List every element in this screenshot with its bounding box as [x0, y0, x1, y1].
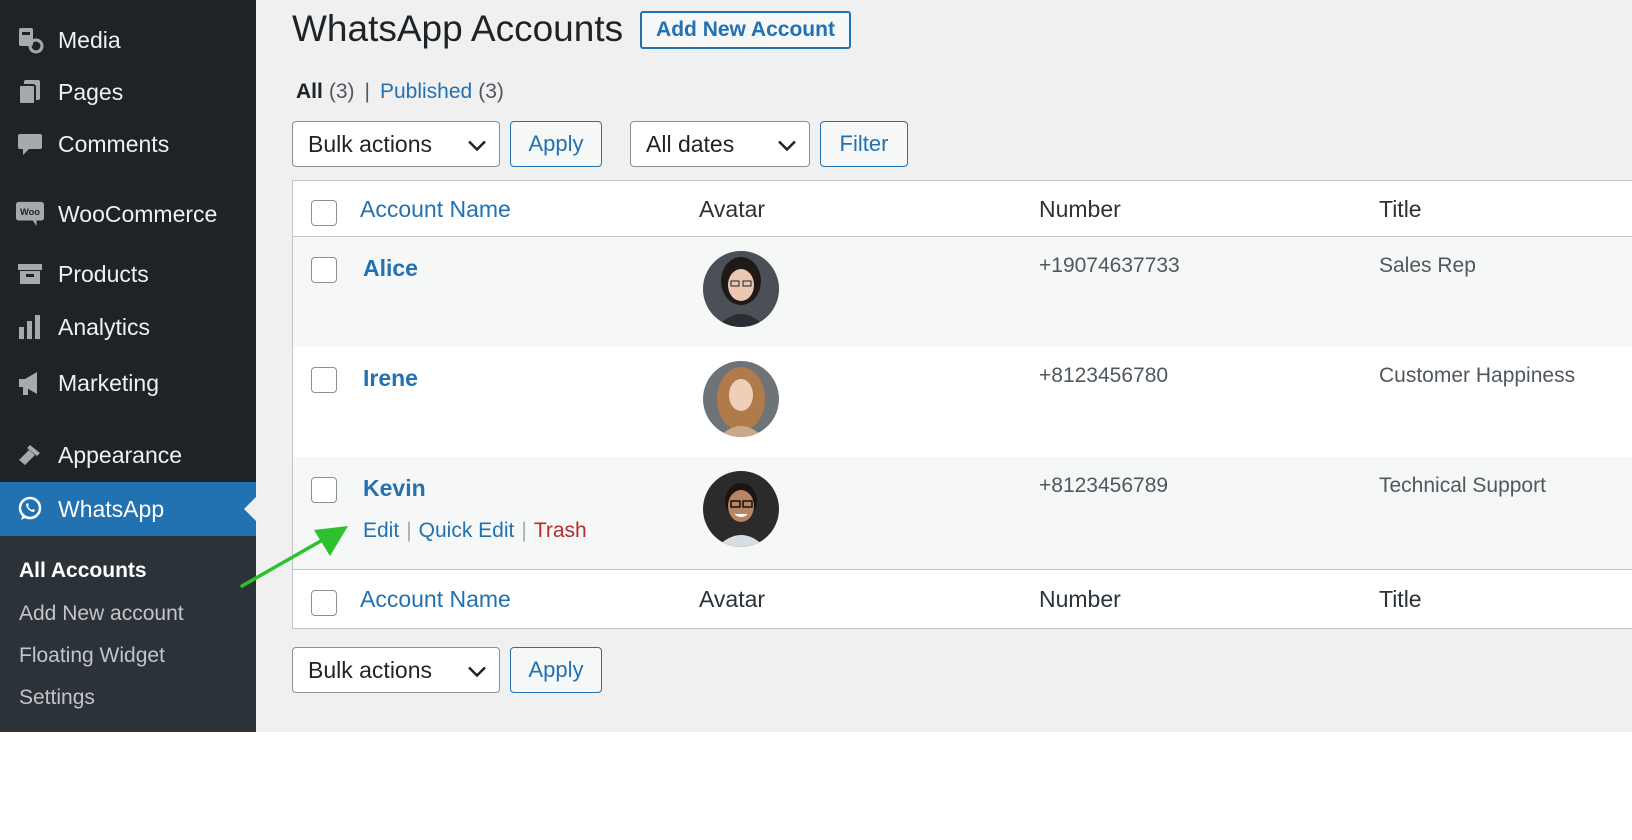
whatsapp-submenu: All Accounts Add New account Floating Wi… [0, 536, 256, 732]
select-all-checkbox[interactable] [311, 200, 337, 226]
sidebar-item-appearance[interactable]: Appearance [0, 428, 256, 482]
chevron-down-icon [467, 657, 487, 684]
paintbrush-icon [16, 441, 44, 469]
sidebar-item-marketing[interactable]: Marketing [0, 356, 256, 410]
sidebar-item-woocommerce[interactable]: Woo WooCommerce [0, 187, 256, 241]
account-title: Sales Rep [1379, 254, 1476, 277]
date-filter-value: All dates [646, 130, 735, 157]
submenu-item-add-new-account[interactable]: Add New account [19, 602, 184, 626]
sidebar-item-label: WhatsApp [58, 495, 165, 522]
view-all-count: (3) [328, 80, 355, 103]
bulk-actions-value: Bulk actions [308, 656, 433, 683]
edit-link[interactable]: Edit [363, 519, 399, 543]
sidebar-item-pages[interactable]: Pages [0, 65, 256, 119]
account-title: Technical Support [1379, 474, 1546, 497]
products-icon [16, 260, 44, 288]
bulk-actions-select-top[interactable]: Bulk actions [292, 121, 500, 167]
analytics-icon [16, 313, 44, 341]
account-name-link[interactable]: Alice [363, 255, 418, 282]
account-number: +19074637733 [1039, 254, 1180, 277]
annotation-arrow-icon [240, 526, 348, 588]
column-header-title: Title [1379, 196, 1422, 222]
comments-icon [16, 130, 44, 158]
sidebar-item-products[interactable]: Products [0, 247, 256, 301]
column-footer-title: Title [1379, 586, 1422, 612]
accounts-table: Account Name Avatar Number Title Alice +… [292, 180, 1632, 629]
sidebar-item-analytics[interactable]: Analytics [0, 300, 256, 354]
account-number: +8123456789 [1039, 474, 1169, 497]
pages-icon [16, 78, 44, 106]
page-title: WhatsApp Accounts [292, 8, 624, 49]
column-footer-account-name[interactable]: Account Name [360, 586, 511, 613]
row-actions: Edit | Quick Edit | Trash [363, 519, 587, 543]
view-published[interactable]: Published [380, 80, 472, 104]
column-header-account-name[interactable]: Account Name [360, 196, 511, 223]
submenu-item-floating-widget[interactable]: Floating Widget [19, 644, 165, 668]
column-footer-avatar: Avatar [699, 586, 766, 612]
submenu-item-all-accounts[interactable]: All Accounts [19, 559, 147, 583]
account-title: Customer Happiness [1379, 364, 1576, 387]
row-checkbox[interactable] [311, 257, 337, 283]
avatar [703, 251, 779, 327]
sidebar-item-label: Pages [58, 78, 124, 105]
bulk-actions-select-bottom[interactable]: Bulk actions [292, 647, 500, 693]
view-separator: | [364, 80, 370, 103]
account-name-link[interactable]: Kevin [363, 475, 426, 502]
avatar [703, 471, 779, 547]
row-action-separator: | [406, 519, 412, 542]
media-icon [16, 26, 44, 54]
sidebar-item-label: Comments [58, 130, 170, 157]
sidebar-item-whatsapp[interactable]: WhatsApp [0, 482, 256, 536]
row-checkbox[interactable] [311, 477, 337, 503]
column-footer-number: Number [1039, 586, 1121, 612]
apply-button-top[interactable]: Apply [510, 121, 602, 167]
sidebar-item-label: WooCommerce [58, 200, 218, 227]
quick-edit-link[interactable]: Quick Edit [419, 519, 515, 543]
select-all-checkbox-footer[interactable] [311, 590, 337, 616]
avatar [703, 361, 779, 437]
sidebar-item-label: Appearance [58, 441, 183, 468]
sidebar-item-media[interactable]: Media [0, 13, 256, 67]
view-filters: All (3) | Published (3) [296, 80, 504, 104]
account-number: +8123456780 [1039, 364, 1169, 387]
woocommerce-icon: Woo [16, 200, 44, 228]
svg-text:Woo: Woo [20, 207, 40, 217]
trash-link[interactable]: Trash [534, 519, 587, 543]
chevron-down-icon [777, 131, 797, 158]
bulk-actions-value: Bulk actions [308, 130, 433, 157]
table-row: Irene +8123456780 Customer Happiness [293, 347, 1632, 457]
column-header-number: Number [1039, 196, 1121, 222]
chevron-down-icon [467, 131, 487, 158]
table-row: Kevin Edit | Quick Edit | Trash +8123456… [293, 457, 1632, 569]
sidebar-item-label: Products [58, 260, 149, 287]
view-published-count: (3) [478, 80, 504, 103]
sidebar-item-label: Analytics [58, 313, 151, 340]
megaphone-icon [16, 369, 44, 397]
sidebar-item-comments[interactable]: Comments [0, 117, 256, 171]
row-checkbox[interactable] [311, 367, 337, 393]
apply-button-bottom[interactable]: Apply [510, 647, 602, 693]
filter-button[interactable]: Filter [820, 121, 908, 167]
table-footer: Account Name Avatar Number Title [293, 569, 1632, 627]
account-name-link[interactable]: Irene [363, 365, 418, 392]
submenu-item-settings[interactable]: Settings [19, 686, 95, 710]
admin-sidebar: Media Pages Comments Woo WooCommerce Pro… [0, 0, 256, 732]
view-all[interactable]: All [296, 80, 323, 104]
add-new-account-button[interactable]: Add New Account [640, 11, 851, 49]
main-content: WhatsApp Accounts Add New Account All (3… [256, 0, 1632, 732]
wp-admin-screen: Media Pages Comments Woo WooCommerce Pro… [0, 0, 1632, 732]
date-filter-select[interactable]: All dates [630, 121, 810, 167]
sidebar-item-label: Marketing [58, 369, 159, 396]
sidebar-item-label: Media [58, 26, 121, 53]
table-row: Alice +19074637733 Sales Rep [293, 237, 1632, 347]
row-action-separator: | [521, 519, 527, 542]
whatsapp-icon [16, 495, 44, 523]
column-header-avatar: Avatar [699, 196, 766, 222]
table-header: Account Name Avatar Number Title [293, 181, 1632, 237]
